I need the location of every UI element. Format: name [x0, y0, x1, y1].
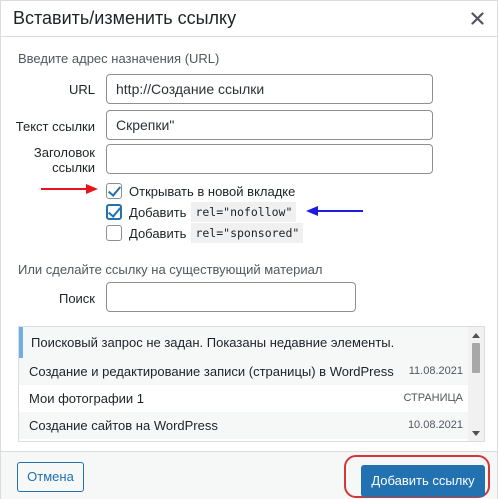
result-title: Создание и редактирование записи (страни…: [29, 364, 394, 379]
add-link-button[interactable]: Добавить ссылку: [361, 465, 485, 497]
close-icon: [470, 11, 484, 25]
sponsored-label: Добавить: [129, 225, 187, 241]
result-item[interactable]: Мои фотографии 1 СТРАНИЦА: [19, 385, 469, 412]
result-meta: 11.08.2021: [408, 365, 463, 377]
result-title: Создание сайтов на WordPress: [29, 418, 218, 433]
link-title-label-line2: ссылки: [52, 160, 95, 175]
dialog-titlebar: Вставить/изменить ссылку: [1, 1, 497, 37]
search-label: Поиск: [58, 291, 95, 306]
nofollow-code: rel="nofollow": [191, 202, 297, 222]
option-new-tab[interactable]: Открывать в новой вкладке: [106, 181, 295, 201]
nofollow-checkbox[interactable]: [106, 204, 122, 220]
sponsored-code: rel="sponsored": [191, 223, 304, 243]
existing-content-title: Или сделайте ссылку на существующий мате…: [18, 262, 323, 277]
option-nofollow[interactable]: Добавить rel="nofollow": [106, 202, 297, 222]
url-label: URL: [68, 82, 95, 97]
submit-highlight: Добавить ссылку: [344, 455, 490, 498]
result-meta: СТРАНИЦА: [403, 392, 463, 404]
dialog-title: Вставить/изменить ссылку: [13, 8, 237, 28]
link-dialog: Вставить/изменить ссылку Введите адрес н…: [0, 0, 498, 499]
close-button[interactable]: [467, 8, 487, 28]
url-input[interactable]: http://Создание ссылки: [106, 74, 433, 104]
scroll-down-icon[interactable]: [468, 427, 484, 439]
result-item[interactable]: Создание и редактирование записи (страни…: [19, 358, 469, 385]
red-arrow-annotation: [41, 184, 98, 194]
result-item[interactable]: Создание сайтов на WordPress 10.08.2021: [19, 412, 469, 439]
option-sponsored[interactable]: Добавить rel="sponsored": [106, 223, 304, 243]
scroll-thumb[interactable]: [472, 343, 480, 373]
link-title-label: Заголовок ссылки: [34, 145, 95, 175]
link-title-input[interactable]: [106, 144, 433, 174]
results-scrollbar[interactable]: [468, 327, 484, 441]
nofollow-label: Добавить: [129, 204, 187, 220]
dialog-footer: Отмена Добавить ссылку: [1, 451, 497, 499]
link-title-label-line1: Заголовок: [33, 145, 95, 160]
new-tab-checkbox[interactable]: [106, 183, 122, 199]
search-results: Поисковый запрос не задан. Показаны неда…: [18, 326, 485, 442]
url-hint: Введите адрес назначения (URL): [18, 51, 220, 66]
cancel-button[interactable]: Отмена: [17, 462, 84, 492]
link-text-input[interactable]: Скрепки": [106, 110, 433, 140]
link-text-label: Текст ссылки: [15, 119, 95, 134]
scroll-up-icon[interactable]: [468, 329, 484, 341]
blue-arrow-annotation: [306, 206, 363, 216]
result-title: Мои фотографии 1: [29, 391, 145, 406]
result-meta: 10.08.2021: [407, 419, 463, 431]
sponsored-checkbox[interactable]: [106, 225, 122, 241]
search-input[interactable]: [106, 282, 356, 312]
results-notice: Поисковый запрос не задан. Показаны неда…: [19, 327, 469, 358]
new-tab-label: Открывать в новой вкладке: [129, 183, 296, 199]
